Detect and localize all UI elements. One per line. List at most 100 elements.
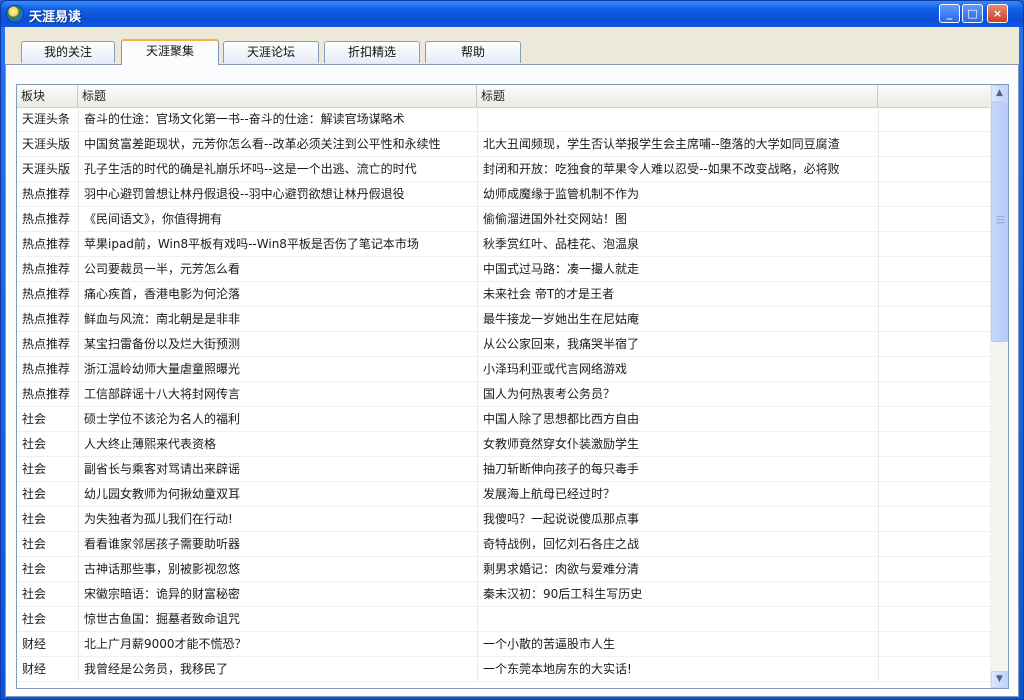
row-title-2[interactable]: 一个小散的苦逼股市人生 <box>477 632 877 656</box>
row-empty-cell <box>878 607 991 631</box>
row-title-2[interactable]: 我傻吗？一起说说傻瓜那点事 <box>477 507 877 531</box>
table-row[interactable]: 热点推荐 痛心疾首，香港电影为何沦落 未来社会 帝T的才是王者 <box>17 282 991 307</box>
table-row[interactable]: 社会 硕士学位不该沦为名人的福利 中国人除了思想都比西方自由 <box>17 407 991 432</box>
row-section: 社会 <box>22 612 47 626</box>
row-title[interactable]: 奋斗的仕途：官场文化第一书--奋斗的仕途：解读官场谋略术 <box>78 107 476 131</box>
row-title[interactable]: 中国贫富差距现状，元芳你怎么看--改革必须关注到公平性和永续性 <box>78 132 476 156</box>
row-title[interactable]: 看看谁家邻居孩子需要助听器 <box>78 532 476 556</box>
row-empty-cell <box>878 507 991 531</box>
scroll-down-arrow-icon[interactable]: ▼ <box>991 671 1008 688</box>
row-section: 社会 <box>22 587 47 601</box>
row-title-2[interactable]: 女教师竟然穿女仆装激励学生 <box>477 432 877 456</box>
table-row[interactable]: 热点推荐 苹果ipad前，Win8平板有戏吗--Win8平板是否伤了笔记本市场 秋季… <box>17 232 991 257</box>
row-title[interactable]: 苹果ipad前，Win8平板有戏吗--Win8平板是否伤了笔记本市场 <box>78 232 476 256</box>
close-button[interactable]: × <box>987 4 1008 23</box>
row-title-2[interactable]: 一个东莞本地房东的大实话! <box>477 657 877 681</box>
table-row[interactable]: 社会 副省长与乘客对骂请出来辟谣 抽刀斩断伸向孩子的每只毒手 <box>17 457 991 482</box>
table-row[interactable]: 财经 我曾经是公务员，我移民了 一个东莞本地房东的大实话! <box>17 657 991 682</box>
table-row[interactable]: 天涯头版 孔子生活的时代的确是礼崩乐坏吗--这是一个出逃、流亡的时代 封闭和开放：吃… <box>17 157 991 182</box>
row-title[interactable]: 古神话那些事，别被影视忽悠 <box>78 557 476 581</box>
table-row[interactable]: 热点推荐 公司要裁员一半，元芳怎么看 中国式过马路：凑一撮人就走 <box>17 257 991 282</box>
row-title-2[interactable]: 北大丑闻频现，学生否认举报学生会主席哺--堕落的大学如同豆腐渣 <box>477 132 877 156</box>
row-section: 热点推荐 <box>22 237 71 251</box>
table-row[interactable]: 热点推荐 浙江温岭幼师大量虐童照曝光 小泽玛利亚或代言网络游戏 <box>17 357 991 382</box>
row-title-2[interactable]: 幼师成魔缘于监管机制不作为 <box>477 182 877 206</box>
table-row[interactable]: 社会 宋徽宗暗语：诡异的财富秘密 秦末汉初：90后工科生写历史 <box>17 582 991 607</box>
table-row[interactable]: 财经 北上广月薪9000才能不慌恐？ 一个小散的苦逼股市人生 <box>17 632 991 657</box>
article-list[interactable]: 板块 标题 标题 天涯头条 奋斗的仕途：官场文化第一书--奋斗的仕途：解读官场谋略… <box>16 84 1009 689</box>
row-title-2[interactable] <box>477 107 877 131</box>
row-title-2[interactable]: 中国人除了思想都比西方自由 <box>477 407 877 431</box>
column-header-title-2[interactable]: 标题 <box>477 85 878 107</box>
row-title[interactable]: 公司要裁员一半，元芳怎么看 <box>78 257 476 281</box>
table-row[interactable]: 社会 古神话那些事，别被影视忽悠 剩男求婚记：肉欲与爱难分清 <box>17 557 991 582</box>
row-title-2[interactable]: 国人为何热衷考公务员？ <box>477 382 877 406</box>
title-bar[interactable]: 天涯易读 _ □ × <box>1 1 1023 27</box>
row-title[interactable]: 某宝扫雷备份以及烂大街预测 <box>78 332 476 356</box>
scroll-up-arrow-icon[interactable]: ▲ <box>991 85 1008 102</box>
table-row[interactable]: 热点推荐 羽中心避罚曾想让林丹假退役--羽中心避罚欲想让林丹假退役 幼师成魔缘于监管… <box>17 182 991 207</box>
row-title-2[interactable]: 封闭和开放：吃独食的苹果令人难以忍受--如果不改变战略，必将败 <box>477 157 877 181</box>
row-title[interactable]: 北上广月薪9000才能不慌恐？ <box>78 632 476 656</box>
row-title-2[interactable]: 奇特战例，回忆刘石各庄之战 <box>477 532 877 556</box>
row-title-2[interactable]: 秦末汉初：90后工科生写历史 <box>477 582 877 606</box>
row-title-2[interactable]: 剩男求婚记：肉欲与爱难分清 <box>477 557 877 581</box>
column-header-title[interactable]: 标题 <box>78 85 477 107</box>
tab-tianya-forum[interactable]: 天涯论坛 <box>223 41 319 63</box>
row-title[interactable]: 羽中心避罚曾想让林丹假退役--羽中心避罚欲想让林丹假退役 <box>78 182 476 206</box>
table-row[interactable]: 社会 人大终止薄熙来代表资格 女教师竟然穿女仆装激励学生 <box>17 432 991 457</box>
minimize-button[interactable]: _ <box>939 4 960 23</box>
tab-help[interactable]: 帮助 <box>425 41 521 63</box>
scroll-thumb[interactable]: — — — <box>991 102 1008 342</box>
row-title[interactable]: 鲜血与风流：南北朝是是非非 <box>78 307 476 331</box>
client-area: 我的关注 天涯聚集 天涯论坛 折扣精选 帮助 板块 标题 标题 天涯头条 奋斗的仕… <box>5 27 1019 697</box>
table-row[interactable]: 热点推荐 某宝扫雷备份以及烂大街预测 从公公家回来，我痛哭半宿了 <box>17 332 991 357</box>
row-title[interactable]: 副省长与乘客对骂请出来辟谣 <box>78 457 476 481</box>
row-title[interactable]: 工信部辟谣十八大将封网传言 <box>78 382 476 406</box>
tab-my-follow[interactable]: 我的关注 <box>21 41 115 63</box>
row-title-2[interactable]: 从公公家回来，我痛哭半宿了 <box>477 332 877 356</box>
column-header-empty[interactable] <box>878 85 991 107</box>
row-title-2[interactable]: 未来社会 帝T的才是王者 <box>477 282 877 306</box>
table-row[interactable]: 社会 幼儿园女教师为何揪幼童双耳 发展海上航母已经过时？ <box>17 482 991 507</box>
table-row[interactable]: 天涯头版 中国贫富差距现状，元芳你怎么看--改革必须关注到公平性和永续性 北大丑闻频… <box>17 132 991 157</box>
maximize-button[interactable]: □ <box>962 4 983 23</box>
vertical-scrollbar[interactable]: ▲ — — — ▼ <box>990 85 1008 688</box>
row-title-2[interactable] <box>477 607 877 631</box>
row-title-2[interactable]: 小泽玛利亚或代言网络游戏 <box>477 357 877 381</box>
row-empty-cell <box>878 182 991 206</box>
row-title-2[interactable]: 中国式过马路：凑一撮人就走 <box>477 257 877 281</box>
row-section: 热点推荐 <box>22 312 71 326</box>
table-row[interactable]: 热点推荐 工信部辟谣十八大将封网传言 国人为何热衷考公务员？ <box>17 382 991 407</box>
row-title-2[interactable]: 抽刀斩断伸向孩子的每只毒手 <box>477 457 877 481</box>
row-title[interactable]: 人大终止薄熙来代表资格 <box>78 432 476 456</box>
row-title[interactable]: 宋徽宗暗语：诡异的财富秘密 <box>78 582 476 606</box>
row-title-2[interactable]: 最牛接龙一岁她出生在尼姑庵 <box>477 307 877 331</box>
table-row[interactable]: 热点推荐 《民间语文》，你值得拥有 偷偷溜进国外社交网站！图 <box>17 207 991 232</box>
row-title[interactable]: 为失独者为孤儿我们在行动! <box>78 507 476 531</box>
row-section: 财经 <box>22 662 47 676</box>
row-title[interactable]: 我曾经是公务员，我移民了 <box>78 657 476 681</box>
row-title[interactable]: 惊世古鱼国：掘墓者致命诅咒 <box>78 607 476 631</box>
row-section: 社会 <box>22 412 47 426</box>
row-section: 天涯头条 <box>22 112 71 126</box>
row-section: 社会 <box>22 537 47 551</box>
table-row[interactable]: 热点推荐 鲜血与风流：南北朝是是非非 最牛接龙一岁她出生在尼姑庵 <box>17 307 991 332</box>
table-row[interactable]: 社会 看看谁家邻居孩子需要助听器 奇特战例，回忆刘石各庄之战 <box>17 532 991 557</box>
row-title-2[interactable]: 偷偷溜进国外社交网站！图 <box>477 207 877 231</box>
row-title[interactable]: 孔子生活的时代的确是礼崩乐坏吗--这是一个出逃、流亡的时代 <box>78 157 476 181</box>
row-title[interactable]: 痛心疾首，香港电影为何沦落 <box>78 282 476 306</box>
row-title[interactable]: 《民间语文》，你值得拥有 <box>78 207 476 231</box>
row-title[interactable]: 幼儿园女教师为何揪幼童双耳 <box>78 482 476 506</box>
tab-tianya-gather[interactable]: 天涯聚集 <box>121 39 219 65</box>
row-title-2[interactable]: 发展海上航母已经过时？ <box>477 482 877 506</box>
row-title-2[interactable]: 秋季赏红叶、品桂花、泡温泉 <box>477 232 877 256</box>
row-empty-cell <box>878 632 991 656</box>
tab-discount-picks[interactable]: 折扣精选 <box>324 41 420 63</box>
column-header-section[interactable]: 板块 <box>17 85 78 107</box>
row-title[interactable]: 硕士学位不该沦为名人的福利 <box>78 407 476 431</box>
table-row[interactable]: 天涯头条 奋斗的仕途：官场文化第一书--奋斗的仕途：解读官场谋略术 <box>17 107 991 132</box>
row-title[interactable]: 浙江温岭幼师大量虐童照曝光 <box>78 357 476 381</box>
table-row[interactable]: 社会 惊世古鱼国：掘墓者致命诅咒 <box>17 607 991 632</box>
table-row[interactable]: 社会 为失独者为孤儿我们在行动! 我傻吗？一起说说傻瓜那点事 <box>17 507 991 532</box>
